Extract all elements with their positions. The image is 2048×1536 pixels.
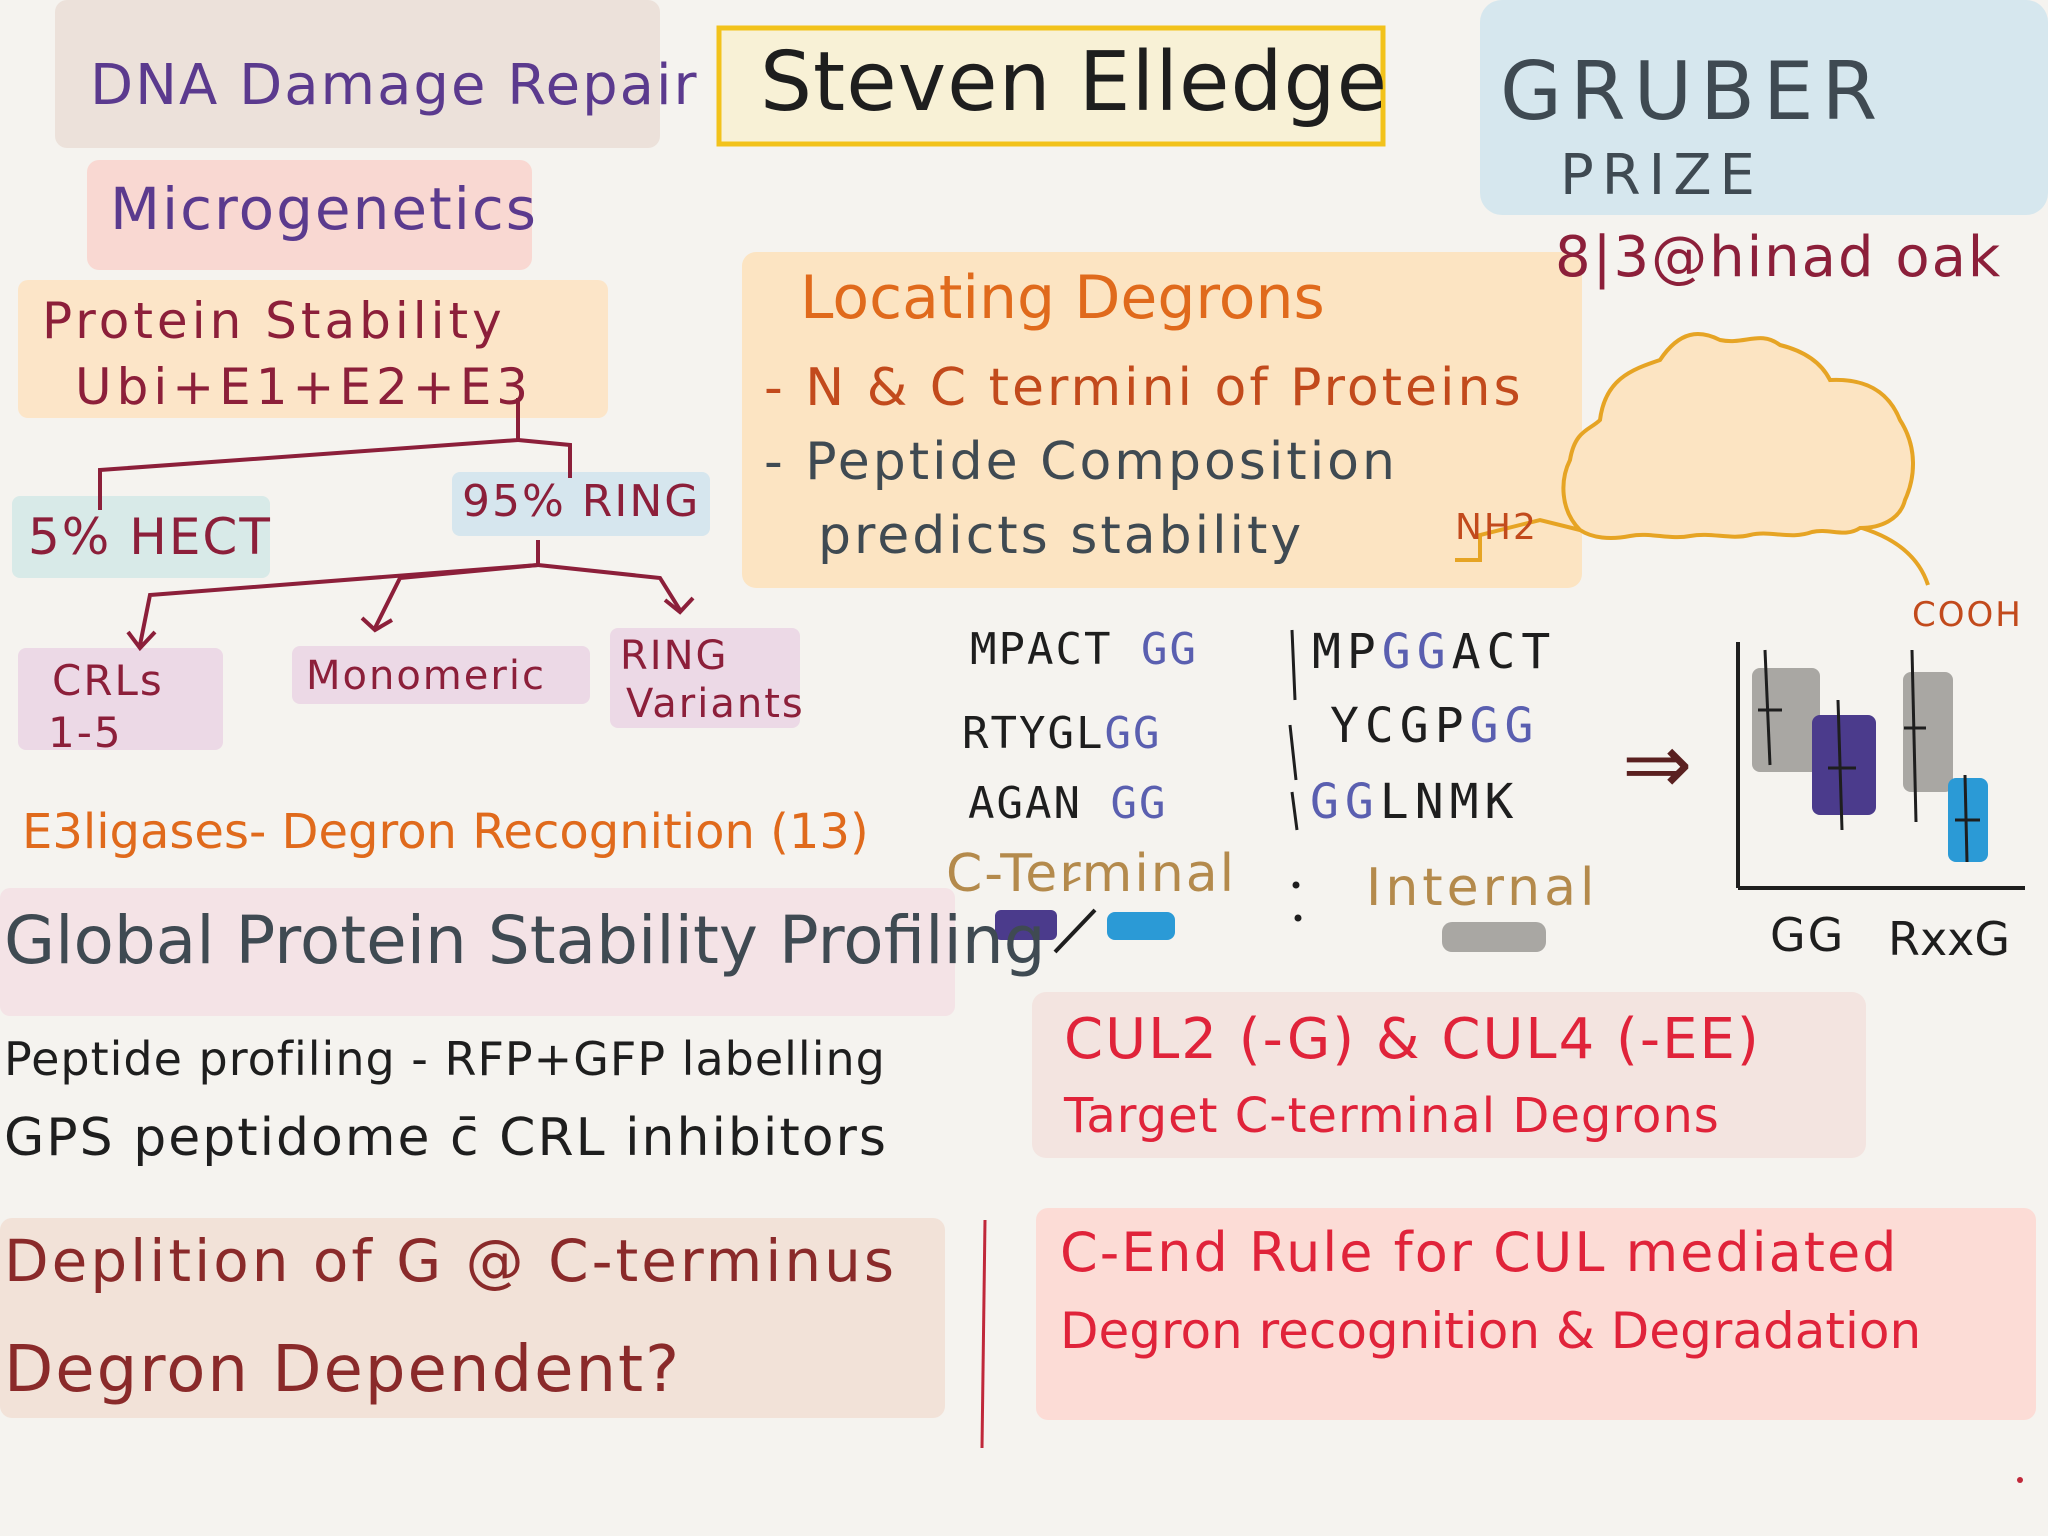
ring-variants-label: RING [620,633,729,679]
gray-swatch [1442,922,1546,952]
page-title: Steven Elledge [760,35,1389,130]
box-plot-x-label-gg: GG [1770,908,1846,962]
sequence-divider [1288,629,1299,831]
c-terminal-seq-2: RTYGLGG [962,708,1162,759]
cul-line-2: Target C-terminal Degrons [1064,1088,1720,1144]
c-terminal-tail [1861,526,1930,586]
date-location: 8|3@hinad oak [1555,225,2003,290]
e3-ligases-note: E3ligases- Degron Recognition (13) [22,804,869,860]
depletion-line-1: Deplition of G @ C-terminus [4,1227,898,1295]
c-end-rule-line-1: C-End Rule for CUL mediated [1060,1221,1899,1284]
nh2-label: NH2 [1455,507,1538,548]
crls-label: CRLs [52,656,164,705]
result-arrow: ⇒ [1622,715,1695,813]
crls-range: 1-5 [48,708,123,757]
blue-swatch [1107,912,1175,940]
rxxg-gray-box [1903,672,1953,792]
gg-purple-box [1812,715,1876,815]
internal-seq-1: MPGGACT [1312,624,1557,680]
c-terminal-seq-1: MPACT GG [970,624,1198,675]
protein-stability-title: Protein Stability [42,292,506,350]
locating-item-1: - N & C termini of Proteins [764,358,1524,418]
sketchnote-canvas: DNA Damage Repair Steven Elledge GRUBER … [0,0,2048,1536]
global-profiling-line-2: GPS peptidome c̄ CRL inhibitors [4,1108,889,1168]
cul-line-1: CUL2 (-G) & CUL4 (-EE) [1064,1007,1761,1072]
award-name: GRUBER [1500,45,1886,138]
global-profiling-title: Global Protein Stability Profiling [4,902,1046,979]
subtopic-label: Microgenetics [110,175,539,243]
ring-label: 95% RING [462,476,701,527]
cooh-label: COOH [1912,595,2023,635]
depletion-line-2: Degron Dependent? [4,1333,682,1407]
ubiquitin-formula: Ubi+E1+E2+E3 [75,358,534,416]
c-terminal-seq-3: AGAN GG [968,778,1168,829]
ring-variants-label-2: Variants [626,681,805,727]
protein-outline [1561,332,1915,540]
locating-degrons-title: Locating Degrons [800,263,1325,333]
monomeric-label: Monomeric [306,653,546,699]
hect-label: 5% HECT [28,508,272,566]
vertical-divider [980,1219,987,1449]
internal-seq-3: GGLNMK [1310,774,1520,830]
gg-gray-box [1752,668,1820,772]
c-terminal-label: C-Terminal [946,844,1237,904]
topic-label: DNA Damage Repair [90,53,699,118]
internal-label: Internal [1366,858,1599,918]
global-profiling-line-1: Peptide profiling - RFP+GFP labelling [4,1032,886,1086]
box-plot [1736,642,2025,890]
box-plot-x-label-rxxg: RxxG [1888,912,2011,966]
internal-seq-2: YCGPGG [1330,698,1540,754]
locating-item-3: predicts stability [818,506,1305,566]
locating-item-2: - Peptide Composition [764,432,1398,492]
award-prize: PRIZE [1560,143,1763,208]
c-end-rule-line-2: Degron recognition & Degradation [1060,1302,1922,1360]
